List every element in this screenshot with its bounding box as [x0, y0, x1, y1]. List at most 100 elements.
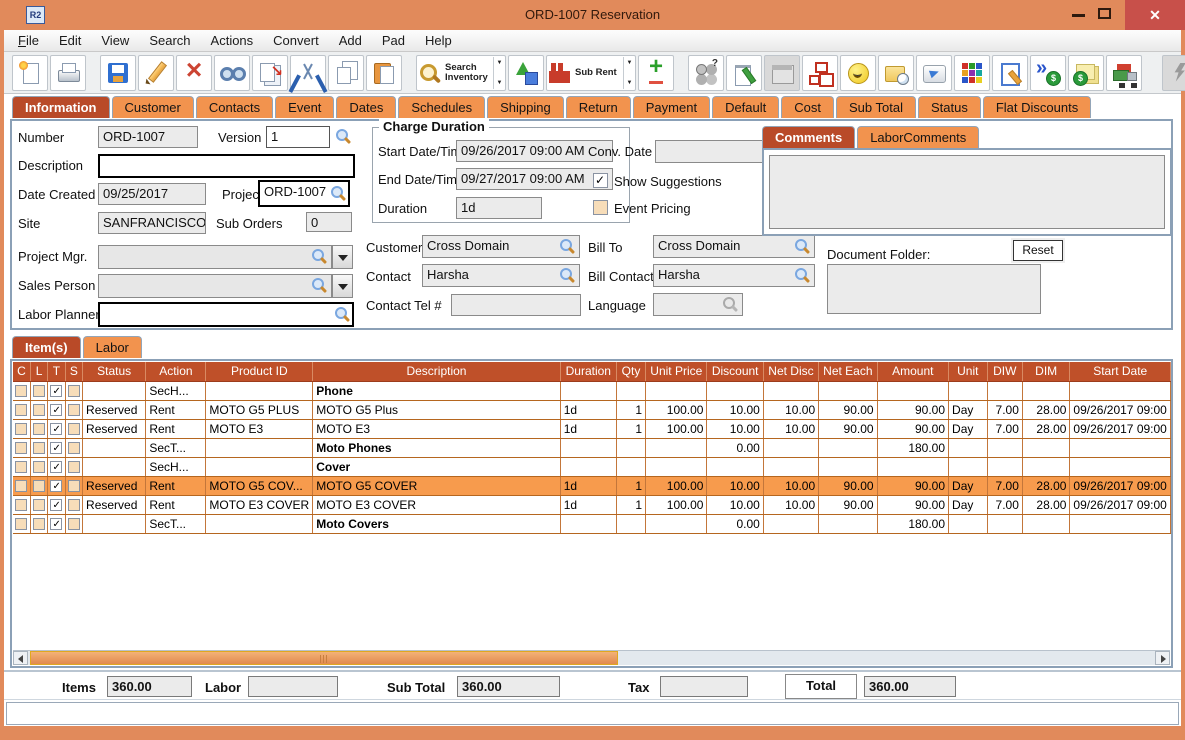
bill-to-search-icon[interactable] [795, 239, 810, 254]
add-remove-item-button[interactable] [638, 55, 674, 91]
column-header-duration[interactable]: Duration [560, 362, 616, 381]
column-header-unit[interactable]: Unit [949, 362, 988, 381]
tab-default[interactable]: Default [712, 96, 779, 118]
group-availability-button[interactable] [688, 55, 724, 91]
column-header-t[interactable]: T [48, 362, 65, 381]
menu-actions[interactable]: Actions [201, 30, 264, 51]
search-inventory-dropdown-icon[interactable]: ▼▼ [493, 57, 505, 89]
tab-cost[interactable]: Cost [781, 96, 834, 118]
s-flag-checkbox[interactable] [68, 385, 80, 397]
column-header-action[interactable]: Action [146, 362, 206, 381]
menu-search[interactable]: Search [139, 30, 200, 51]
column-header-c[interactable]: C [13, 362, 30, 381]
project-mgr-search-icon[interactable] [312, 249, 327, 264]
tab-event[interactable]: Event [275, 96, 334, 118]
item-row[interactable]: ReservedRentMOTO E3MOTO E31d1100.0010.00… [13, 419, 1171, 438]
customer-search-icon[interactable] [560, 239, 575, 254]
contact-search-icon[interactable] [560, 268, 575, 283]
delivery-truck-button[interactable] [1106, 55, 1142, 91]
menu-view[interactable]: View [91, 30, 139, 51]
billing-invoice-button[interactable] [1068, 55, 1104, 91]
column-header-dim[interactable]: DIM [1022, 362, 1070, 381]
copy-button[interactable] [328, 55, 364, 91]
c-flag-checkbox[interactable] [15, 404, 27, 416]
date-created-field[interactable]: 09/25/2017 [98, 183, 206, 205]
project-field[interactable]: ORD-1007 [258, 180, 350, 207]
s-flag-checkbox[interactable] [68, 499, 80, 511]
shortcut-key-button[interactable] [916, 55, 952, 91]
l-flag-checkbox[interactable] [33, 442, 45, 454]
t-flag-checkbox[interactable] [50, 499, 62, 511]
tab-flat-discounts[interactable]: Flat Discounts [983, 96, 1091, 118]
s-flag-checkbox[interactable] [68, 423, 80, 435]
cut-scissors-button[interactable] [290, 55, 326, 91]
labor-planner-field[interactable] [98, 302, 354, 327]
scroll-left-arrow-icon[interactable] [13, 651, 28, 665]
t-flag-checkbox[interactable] [50, 385, 62, 397]
tab-labor[interactable]: Labor [83, 336, 142, 358]
item-row[interactable]: SecT...Moto Covers0.00180.00 [13, 514, 1171, 533]
notes-pad-button[interactable] [726, 55, 762, 91]
tab-customer[interactable]: Customer [112, 96, 194, 118]
tab-return[interactable]: Return [566, 96, 631, 118]
l-flag-checkbox[interactable] [33, 423, 45, 435]
project-mgr-dropdown-button[interactable] [332, 245, 353, 269]
column-header-unit-price[interactable]: Unit Price [646, 362, 707, 381]
column-header-discount[interactable]: Discount [707, 362, 763, 381]
sub-rent-button[interactable]: Sub Rent▼▼ [546, 55, 636, 91]
l-flag-checkbox[interactable] [33, 404, 45, 416]
tab-dates[interactable]: Dates [336, 96, 396, 118]
s-flag-checkbox[interactable] [68, 480, 80, 492]
tab-schedules[interactable]: Schedules [398, 96, 485, 118]
sales-person-dropdown-button[interactable] [332, 274, 353, 298]
duration-field[interactable]: 1d [456, 197, 542, 219]
project-search-icon[interactable] [331, 186, 346, 201]
show-suggestions-checkbox[interactable] [593, 173, 608, 188]
column-header-net-each[interactable]: Net Each [819, 362, 877, 381]
menu-convert[interactable]: Convert [263, 30, 329, 51]
l-flag-checkbox[interactable] [33, 461, 45, 473]
minimize-button[interactable] [1072, 14, 1085, 17]
print-button[interactable] [50, 55, 86, 91]
column-header-description[interactable]: Description [313, 362, 561, 381]
end-datetime-field[interactable]: 09/27/2017 09:00 AM [456, 168, 613, 190]
column-header-net-disc[interactable]: Net Disc [763, 362, 818, 381]
t-flag-checkbox[interactable] [50, 461, 62, 473]
s-flag-checkbox[interactable] [68, 404, 80, 416]
t-flag-checkbox[interactable] [50, 480, 62, 492]
inventory-cubes-button[interactable] [954, 55, 990, 91]
reset-button[interactable]: Reset [1013, 240, 1063, 261]
l-flag-checkbox[interactable] [33, 480, 45, 492]
column-header-l[interactable]: L [30, 362, 47, 381]
sales-person-search-icon[interactable] [312, 278, 327, 293]
s-flag-checkbox[interactable] [68, 518, 80, 530]
sub-rent-dropdown-icon[interactable]: ▼▼ [623, 57, 635, 89]
version-field[interactable]: 1 [266, 126, 330, 148]
close-button[interactable]: ✕ [1125, 0, 1185, 30]
labor-total-field[interactable] [248, 676, 338, 697]
labor-planner-search-icon[interactable] [335, 307, 350, 322]
total-field[interactable]: 360.00 [864, 676, 956, 697]
l-flag-checkbox[interactable] [33, 385, 45, 397]
goods-shapes-button[interactable] [508, 55, 544, 91]
maximize-button[interactable] [1098, 8, 1111, 19]
c-flag-checkbox[interactable] [15, 518, 27, 530]
comments-textarea[interactable] [769, 155, 1165, 229]
order-edit-button[interactable] [992, 55, 1028, 91]
tab-contacts[interactable]: Contacts [196, 96, 273, 118]
t-flag-checkbox[interactable] [50, 423, 62, 435]
version-search-icon[interactable] [336, 129, 351, 144]
customer-field[interactable]: Cross Domain [422, 235, 580, 258]
scroll-right-arrow-icon[interactable] [1155, 651, 1170, 665]
event-pricing-checkbox[interactable] [593, 200, 608, 215]
tab-information[interactable]: Information [12, 96, 110, 118]
number-field[interactable]: ORD-1007 [98, 126, 198, 148]
tab-comments[interactable]: Comments [762, 126, 855, 148]
document-folder-field[interactable] [827, 264, 1041, 314]
edit-pencil-button[interactable] [138, 55, 174, 91]
item-row[interactable]: SecH...Cover [13, 457, 1171, 476]
t-flag-checkbox[interactable] [50, 518, 62, 530]
tab-sub-total[interactable]: Sub Total [836, 96, 916, 118]
bill-contact-field[interactable]: Harsha [653, 264, 815, 287]
l-flag-checkbox[interactable] [33, 499, 45, 511]
